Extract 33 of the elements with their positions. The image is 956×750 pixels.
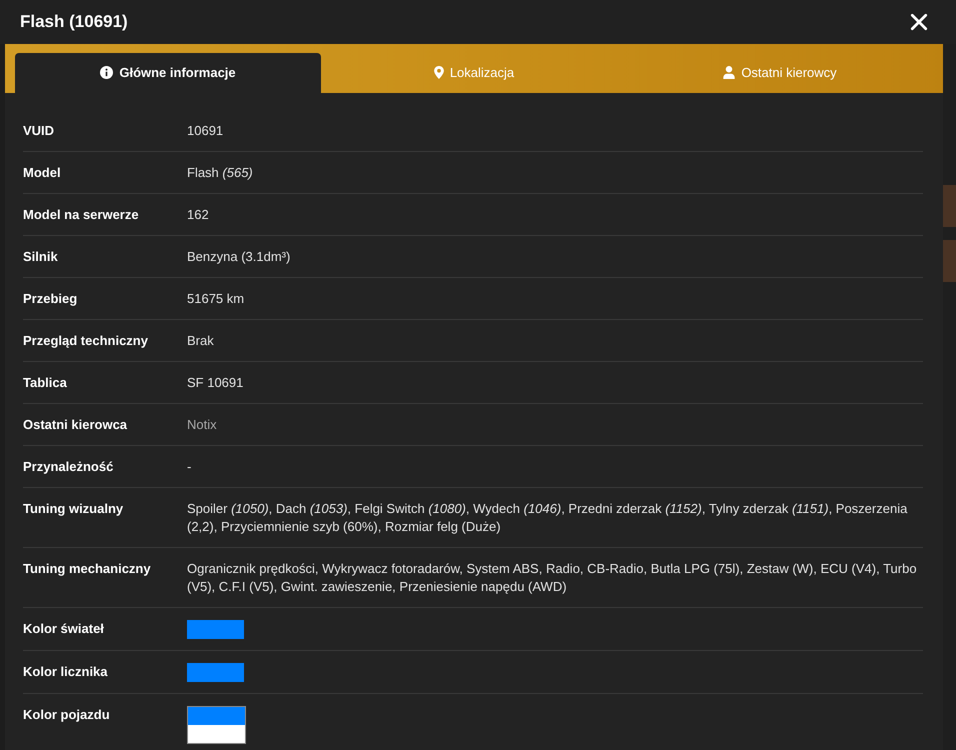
field-value: - — [187, 458, 192, 476]
field-label: Ostatni kierowca — [23, 416, 128, 434]
field-label: Tuning wizualny — [23, 500, 124, 518]
dialog-title: Flash (10691) — [20, 11, 128, 33]
backdrop-banner — [943, 185, 956, 227]
backdrop-banner — [943, 240, 956, 282]
field-label: Model na serwerze — [23, 206, 140, 224]
tab[interactable]: Główne informacje — [15, 53, 321, 93]
field-label: Kolor świateł — [23, 620, 105, 638]
user-icon — [723, 66, 736, 79]
field-label: Przynależność — [23, 458, 114, 476]
field-label: Model — [23, 164, 62, 182]
field-label: Przegląd techniczny — [23, 332, 149, 350]
field-label: Przebieg — [23, 290, 78, 308]
field-value: Benzyna (3.1dm³) — [187, 248, 292, 266]
field-value: 162 — [187, 206, 210, 224]
field-value: 10691 — [187, 122, 224, 140]
field-label: Silnik — [23, 248, 59, 266]
info-icon — [100, 66, 114, 79]
field-value: Brak — [187, 332, 215, 350]
field-label: Kolor pojazdu — [23, 706, 111, 724]
field-value: Ogranicznik prędkości, Wykrywacz fotoradarów, System ABS, Radio, CB-Radio, Butla LPG (75l), Zestaw (W), ECU (V4), Turbo (V5), C.F.I (V5), Gwint. zawieszenie, Przeniesienie napędu (AWD) — [187, 560, 918, 596]
field-label: Tablica — [23, 374, 68, 392]
field-label: VUID — [23, 122, 56, 140]
map-pin-icon — [434, 66, 444, 79]
field-value: 51675 km — [187, 290, 246, 308]
close-button[interactable] — [910, 13, 928, 31]
field-value: SF 10691 — [187, 374, 244, 392]
field-label: Tuning mechaniczny — [23, 560, 152, 578]
field-value: Spoiler (1050), Dach (1053), Felgi Switch (1080), Wydech (1046), Przedni zderzak (1152), Tylny zderzak (1151), Poszerzenia (2,2), Przyciemnienie szyb (60%), Rozmiar felg (Duże) — [187, 500, 908, 536]
field-label: Kolor licznika — [23, 663, 109, 681]
field-value: Flash (565) — [187, 164, 254, 182]
driver-link[interactable]: Notix — [187, 416, 217, 434]
